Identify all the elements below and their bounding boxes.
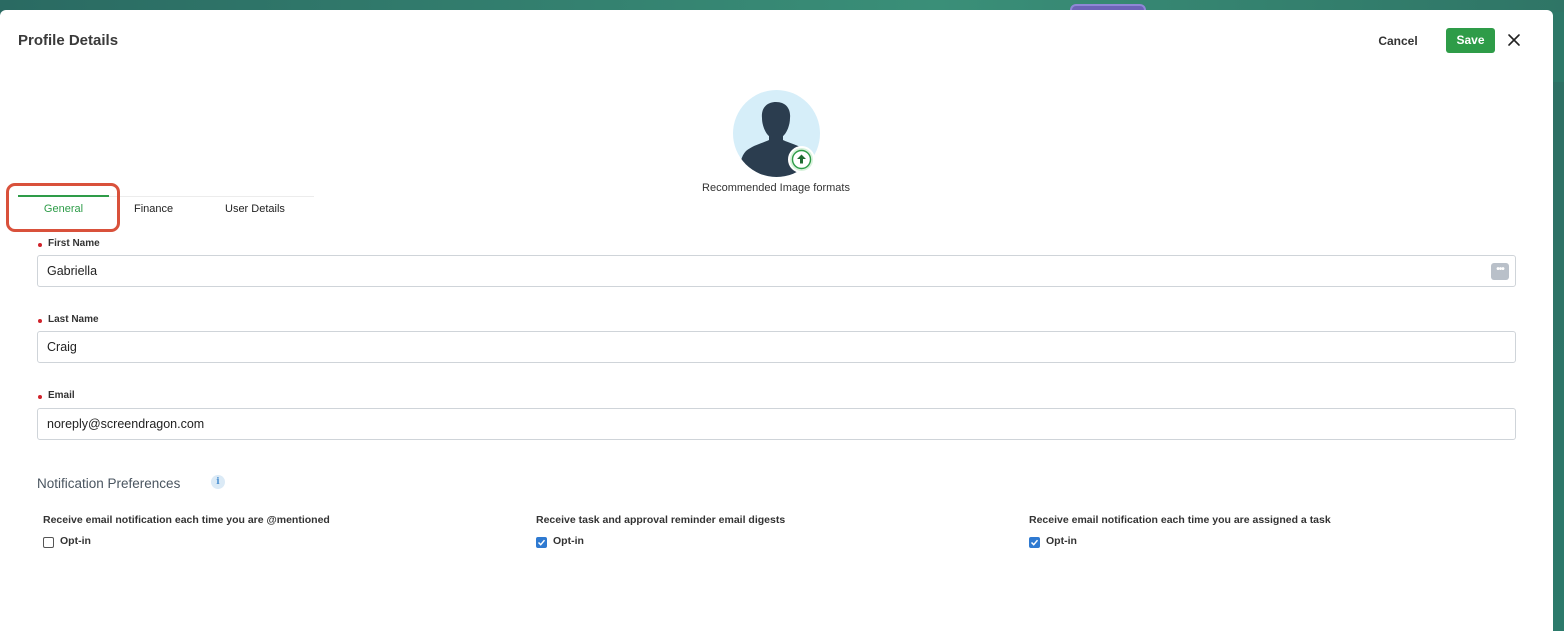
assigned-notification-label: Receive email notification each time you… — [1029, 514, 1331, 526]
cancel-button[interactable]: Cancel — [1371, 32, 1425, 50]
profile-details-modal: Profile Details Cancel Save Recommended … — [0, 10, 1553, 631]
mention-optin-label: Opt-in — [60, 535, 91, 547]
mention-notification-label: Receive email notification each time you… — [43, 514, 330, 526]
assigned-optin-checkbox[interactable] — [1029, 537, 1040, 548]
digest-optin-checkbox[interactable] — [536, 537, 547, 548]
required-indicator — [38, 395, 42, 399]
image-format-hint: Recommended Image formats — [702, 182, 850, 194]
email-field[interactable] — [37, 408, 1516, 440]
required-indicator — [38, 243, 42, 247]
digest-optin-label: Opt-in — [553, 535, 584, 547]
more-options-icon[interactable]: ••• — [1491, 263, 1509, 280]
close-icon[interactable] — [1505, 31, 1523, 49]
email-label: Email — [48, 390, 75, 401]
tab-highlight-annotation — [6, 183, 120, 232]
required-indicator — [38, 319, 42, 323]
digest-notification-label: Receive task and approval reminder email… — [536, 514, 786, 526]
last-name-label: Last Name — [48, 314, 99, 325]
tab-finance[interactable]: Finance — [134, 203, 173, 215]
notification-preferences-title: Notification Preferences — [37, 476, 181, 491]
save-button[interactable]: Save — [1446, 28, 1495, 53]
upload-icon[interactable] — [788, 146, 815, 173]
tab-user-details[interactable]: User Details — [225, 203, 285, 215]
page-title: Profile Details — [18, 32, 119, 49]
first-name-label: First Name — [48, 238, 100, 249]
assigned-optin-label: Opt-in — [1046, 535, 1077, 547]
first-name-field[interactable] — [37, 255, 1516, 287]
last-name-field[interactable] — [37, 331, 1516, 363]
mention-optin-checkbox[interactable] — [43, 537, 54, 548]
background-edge — [1552, 12, 1564, 82]
info-icon[interactable]: i — [211, 475, 225, 489]
